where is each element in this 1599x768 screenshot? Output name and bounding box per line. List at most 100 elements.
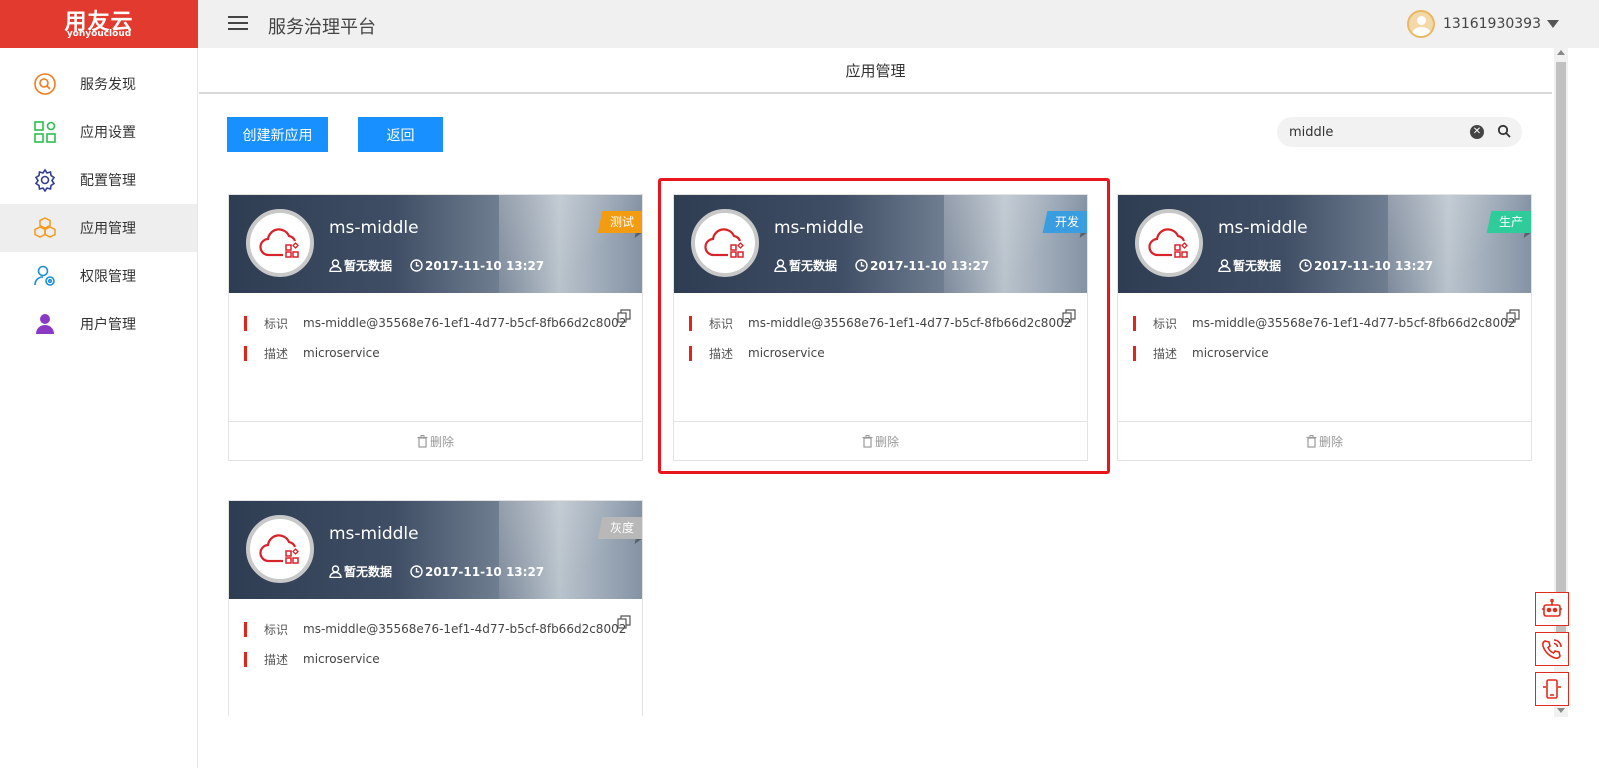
sidebar: 服务发现 应用设置 配置管理 应用管理 权限管理 用户管理 (0, 48, 198, 768)
search-icon[interactable] (1497, 124, 1511, 138)
desc-label: 描述 (1153, 346, 1178, 361)
id-label: 标识 (264, 622, 289, 637)
desc-label: 描述 (264, 346, 289, 361)
mobile-icon[interactable] (1535, 672, 1569, 706)
owner-text: 暂无数据 (344, 259, 393, 273)
field-marker (244, 315, 247, 331)
user-gear-icon (32, 263, 58, 289)
user-outline-icon (329, 259, 342, 272)
caret-down-icon (1547, 20, 1559, 28)
field-marker (244, 345, 247, 361)
robot-icon[interactable] (1535, 592, 1569, 626)
sidebar-item-label: 服务发现 (80, 77, 136, 93)
sidebar-item-label: 权限管理 (80, 269, 136, 285)
app-card[interactable]: ms-middle 暂无数据 2017-11-10 13:27 测试 标识 ms… (228, 194, 643, 461)
card-banner: ms-middle 暂无数据 2017-11-10 13:27 灰度 (229, 501, 642, 599)
copy-icon[interactable] (617, 615, 631, 629)
sidebar-item-service-discovery[interactable]: 服务发现 (0, 60, 197, 108)
copy-icon[interactable] (617, 309, 631, 323)
cloud-app-icon (1135, 209, 1203, 277)
user-outline-icon (1218, 259, 1231, 272)
page-title: 应用管理 (199, 48, 1552, 94)
trash-icon (1306, 434, 1317, 448)
env-label: 生产 (1498, 215, 1523, 229)
logo[interactable]: 用友云 yonyoucloud (0, 0, 198, 48)
id-value: ms-middle@35568e76-1ef1-4d77-b5cf-8fb66d… (303, 316, 627, 330)
env-badge: 测试 (597, 211, 642, 233)
card-meta: 暂无数据 2017-11-10 13:27 (329, 563, 544, 580)
app-card[interactable]: ms-middle 暂无数据 2017-11-10 13:27 灰度 标识 ms… (228, 500, 643, 716)
trash-icon (417, 434, 428, 448)
username: 13161930393 (1443, 16, 1541, 32)
id-value: ms-middle@35568e76-1ef1-4d77-b5cf-8fb66d… (303, 622, 627, 636)
clock-icon (410, 259, 423, 272)
delete-button[interactable]: 删除 (229, 421, 642, 460)
owner-text: 暂无数据 (344, 565, 393, 579)
app-name: ms-middle (329, 524, 419, 544)
env-label: 灰度 (609, 521, 634, 535)
app-name: ms-middle (329, 218, 419, 238)
search-input[interactable] (1289, 122, 1459, 142)
cubes-icon (32, 215, 58, 241)
app-card[interactable]: ms-middle 暂无数据 2017-11-10 13:27 生产 标识 ms… (1117, 194, 1532, 461)
id-label: 标识 (1153, 316, 1178, 331)
id-field: 标识 ms-middle@35568e76-1ef1-4d77-b5cf-8fb… (1133, 315, 1515, 331)
sidebar-item-label: 配置管理 (80, 173, 136, 189)
platform-title: 服务治理平台 (268, 17, 376, 38)
search-box: ✕ (1277, 117, 1522, 147)
copy-icon[interactable] (1506, 309, 1520, 323)
desc-field: 描述 microservice (244, 345, 380, 361)
sidebar-item-label: 应用管理 (80, 221, 136, 237)
sidebar-item-label: 应用设置 (80, 125, 136, 141)
phone-icon[interactable] (1535, 632, 1569, 666)
id-field: 标识 ms-middle@35568e76-1ef1-4d77-b5cf-8fb… (244, 315, 626, 331)
field-marker (1133, 345, 1136, 361)
card-banner: ms-middle 暂无数据 2017-11-10 13:27 生产 (1118, 195, 1531, 293)
clock-icon (1299, 259, 1312, 272)
app-name: ms-middle (1218, 218, 1308, 238)
app-grid-icon (32, 119, 58, 145)
id-value: ms-middle@35568e76-1ef1-4d77-b5cf-8fb66d… (1192, 316, 1516, 330)
avatar (1407, 10, 1436, 38)
card-meta: 暂无数据 2017-11-10 13:27 (329, 257, 544, 274)
id-field: 标识 ms-middle@35568e76-1ef1-4d77-b5cf-8fb… (244, 621, 626, 637)
sidebar-item-permissions[interactable]: 权限管理 (0, 252, 197, 300)
desc-value: microservice (303, 652, 380, 666)
sidebar-item-app-management[interactable]: 应用管理 (0, 204, 197, 252)
owner-text: 暂无数据 (1233, 259, 1282, 273)
time-text: 2017-11-10 13:27 (1314, 258, 1434, 273)
desc-value: microservice (1192, 346, 1269, 360)
user-menu[interactable]: 13161930393 (1407, 9, 1559, 39)
card-body: 标识 ms-middle@35568e76-1ef1-4d77-b5cf-8fb… (229, 293, 642, 421)
back-button[interactable]: 返回 (358, 117, 443, 152)
sidebar-item-label: 用户管理 (80, 317, 136, 333)
desc-field: 描述 microservice (244, 651, 380, 667)
delete-button[interactable]: 删除 (1118, 421, 1531, 460)
top-bar: 用友云 yonyoucloud 服务治理平台 13161930393 (0, 0, 1599, 48)
id-label: 标识 (264, 316, 289, 331)
scroll-thumb[interactable] (1556, 62, 1566, 652)
card-body: 标识 ms-middle@35568e76-1ef1-4d77-b5cf-8fb… (1118, 293, 1531, 421)
highlight-box (658, 178, 1110, 474)
clock-icon (410, 565, 423, 578)
card-body: 标识 ms-middle@35568e76-1ef1-4d77-b5cf-8fb… (229, 599, 642, 716)
desc-label: 描述 (264, 652, 289, 667)
gear-icon (32, 167, 58, 193)
clear-icon[interactable]: ✕ (1470, 125, 1484, 139)
create-app-button[interactable]: 创建新应用 (227, 117, 328, 152)
sidebar-item-config[interactable]: 配置管理 (0, 156, 197, 204)
scroll-up-icon[interactable] (1557, 50, 1565, 55)
time-group: 2017-11-10 13:27 (410, 565, 544, 579)
hamburger-menu-icon[interactable] (228, 13, 248, 33)
card-banner: ms-middle 暂无数据 2017-11-10 13:27 测试 (229, 195, 642, 293)
env-label: 测试 (609, 215, 634, 229)
card-meta: 暂无数据 2017-11-10 13:27 (1218, 257, 1433, 274)
sidebar-item-users[interactable]: 用户管理 (0, 300, 197, 348)
delete-label: 删除 (429, 434, 454, 449)
cloud-app-icon (246, 515, 314, 583)
search-circle-icon (32, 71, 58, 97)
desc-field: 描述 microservice (1133, 345, 1269, 361)
sidebar-item-app-settings[interactable]: 应用设置 (0, 108, 197, 156)
time-group: 2017-11-10 13:27 (410, 259, 544, 273)
field-marker (244, 651, 247, 667)
